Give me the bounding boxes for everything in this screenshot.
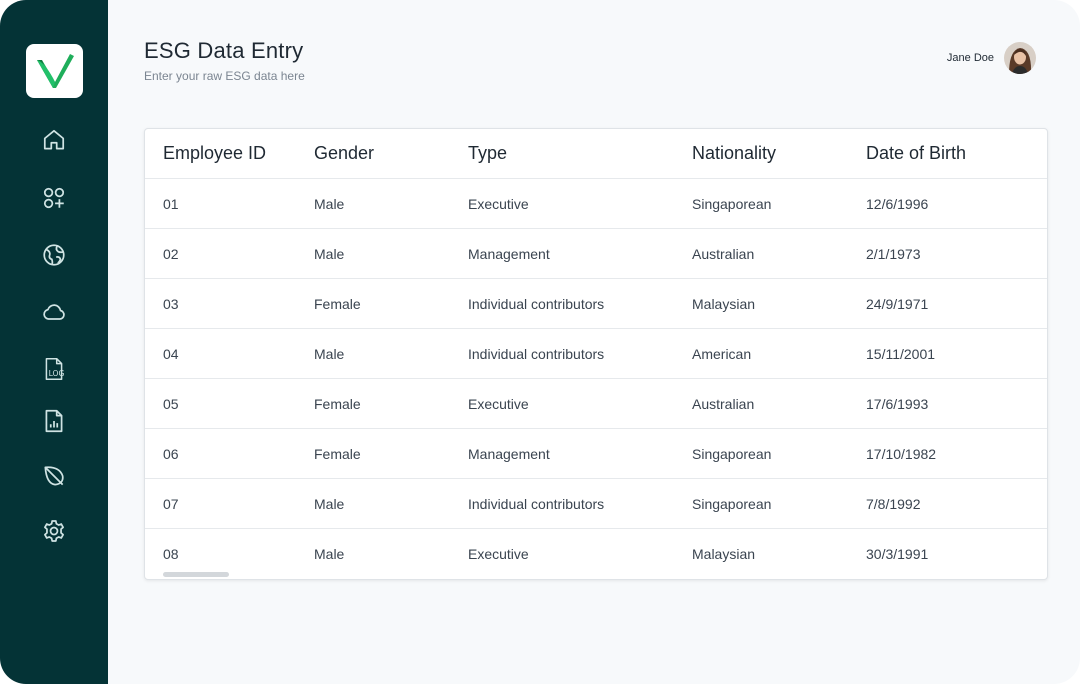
cell-type[interactable]: Individual contributors [468,478,692,529]
cell-employee-id[interactable]: 02 [145,228,314,279]
cell-nationality[interactable]: Singaporean [692,178,866,229]
column-header-nationality[interactable]: Nationality [692,129,866,179]
table-header-row: Employee ID Gender Type Nationality Date… [145,129,1047,179]
cell-type[interactable]: Executive [468,529,692,579]
column-header-employee-id[interactable]: Employee ID [145,129,314,179]
cell-nationality[interactable]: Australian [692,228,866,279]
check-logo-icon [36,54,74,88]
cell-date-of-birth[interactable]: 2/1/1973 [866,228,1047,279]
cell-gender[interactable]: Female [314,378,468,429]
sidebar-item-settings[interactable] [36,513,72,549]
cell-gender[interactable]: Male [314,529,468,579]
cell-date-of-birth[interactable]: 24/9/1971 [866,278,1047,329]
cell-gender[interactable]: Male [314,478,468,529]
cell-type[interactable]: Executive [468,378,692,429]
horizontal-scrollbar[interactable] [163,572,229,577]
table-row[interactable]: 01 Male Executive Singaporean 12/6/1996 [145,178,1047,229]
cell-gender[interactable]: Female [314,278,468,329]
globe-icon [43,244,65,266]
sidebar-item-home[interactable] [36,122,72,158]
avatar [1004,42,1036,74]
cell-type[interactable]: Executive [468,178,692,229]
apps-add-icon [43,187,65,209]
sidebar-item-globe[interactable] [36,237,72,273]
cell-gender[interactable]: Male [314,178,468,229]
cloud-icon [43,304,65,320]
table-row[interactable]: 06 Female Management Singaporean 17/10/1… [145,428,1047,479]
sidebar-item-cloud[interactable] [36,294,72,330]
cell-date-of-birth[interactable]: 17/6/1993 [866,378,1047,429]
app-logo[interactable] [26,44,83,98]
report-file-icon [45,409,63,433]
sidebar-item-leaf[interactable] [36,458,72,494]
cell-employee-id[interactable]: 07 [145,478,314,529]
cell-employee-id[interactable]: 04 [145,328,314,379]
cell-type[interactable]: Individual contributors [468,278,692,329]
table-row[interactable]: 04 Male Individual contributors American… [145,328,1047,379]
cell-date-of-birth[interactable]: 15/11/2001 [866,328,1047,379]
cell-type[interactable]: Individual contributors [468,328,692,379]
cell-gender[interactable]: Female [314,428,468,479]
main-content: ESG Data Entry Enter your raw ESG data h… [108,0,1080,684]
cell-nationality[interactable]: Malaysian [692,278,866,329]
table-row[interactable]: 08 Male Executive Malaysian 30/3/1991 [145,529,1047,579]
cell-date-of-birth[interactable]: 7/8/1992 [866,478,1047,529]
log-file-icon: LOG [45,357,65,381]
cell-employee-id[interactable]: 01 [145,178,314,229]
cell-date-of-birth[interactable]: 17/10/1982 [866,428,1047,479]
cell-nationality[interactable]: Malaysian [692,529,866,579]
page-title: ESG Data Entry [144,38,304,63]
cell-employee-id[interactable]: 08 [145,529,314,579]
page-subtitle: Enter your raw ESG data here [144,69,305,83]
cell-employee-id[interactable]: 03 [145,278,314,329]
user-menu[interactable]: Jane Doe [947,42,1036,74]
column-header-gender[interactable]: Gender [314,129,468,179]
table-row[interactable]: 05 Female Executive Australian 17/6/1993 [145,378,1047,429]
user-name: Jane Doe [946,52,994,64]
cell-employee-id[interactable]: 06 [145,428,314,479]
log-icon-label: LOG [49,369,65,378]
cell-date-of-birth[interactable]: 30/3/1991 [866,529,1047,579]
leaf-icon [44,466,64,486]
sidebar-item-report[interactable] [36,403,72,439]
app-window: LOG ESG Data Entry Enter your raw ESG da… [0,0,1080,684]
cell-employee-id[interactable]: 05 [145,378,314,429]
esg-data-table: Employee ID Gender Type Nationality Date… [144,128,1048,580]
cell-date-of-birth[interactable]: 12/6/1996 [866,178,1047,229]
cell-nationality[interactable]: Australian [692,378,866,429]
cell-gender[interactable]: Male [314,228,468,279]
cell-nationality[interactable]: Singaporean [692,478,866,529]
sidebar-item-log[interactable]: LOG [36,351,72,387]
sidebar: LOG [0,0,108,684]
table-row[interactable]: 07 Male Individual contributors Singapor… [145,478,1047,529]
cell-type[interactable]: Management [468,228,692,279]
table-row[interactable]: 03 Female Individual contributors Malays… [145,278,1047,329]
cell-nationality[interactable]: American [692,328,866,379]
gear-icon [44,520,64,542]
sidebar-item-apps[interactable] [36,180,72,216]
home-icon [43,129,65,150]
cell-nationality[interactable]: Singaporean [692,428,866,479]
column-header-date-of-birth[interactable]: Date of Birth [866,129,1047,179]
table-row[interactable]: 02 Male Management Australian 2/1/1973 [145,228,1047,279]
cell-type[interactable]: Management [468,428,692,479]
column-header-type[interactable]: Type [468,129,692,179]
cell-gender[interactable]: Male [314,328,468,379]
